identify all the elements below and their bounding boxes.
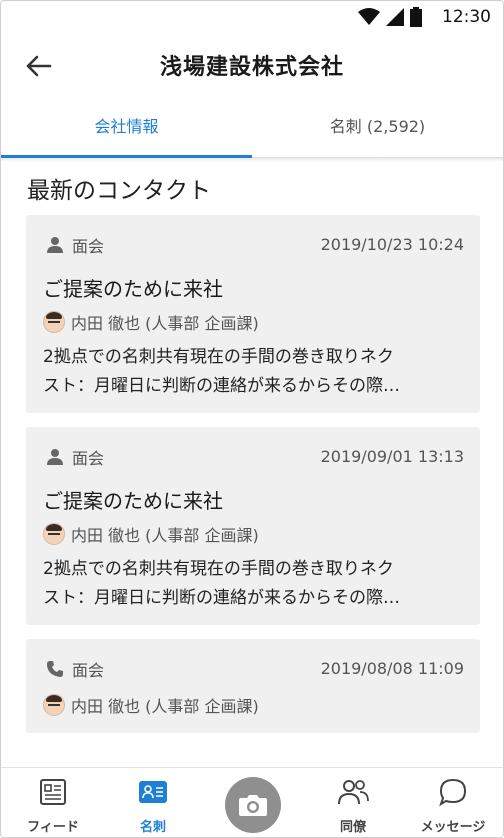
contact-person: 内田 徹也 (人事部 企画課) <box>43 693 259 717</box>
feed-icon <box>40 779 66 805</box>
app-frame: 12:30 浅場建設株式会社 会社情報 名刺 (2,592) 最新のコンタクト <box>0 0 504 838</box>
app-bar: 浅場建設株式会社 <box>1 35 503 95</box>
nav-colleagues[interactable]: 同僚 <box>318 768 388 837</box>
avatar <box>43 694 65 716</box>
contact-person-name: 内田 徹也 (人事部 企画課) <box>71 697 259 716</box>
business-card-icon <box>139 781 167 803</box>
status-time: 12:30 <box>442 7 491 27</box>
bottom-nav: フィード 名刺 同僚 メッセージ <box>1 767 503 837</box>
tab-shadow <box>1 158 503 162</box>
contact-card[interactable]: 面会 2019/08/08 11:09 内田 徹也 (人事部 企画課) <box>26 639 480 733</box>
message-icon <box>439 778 467 807</box>
signal-icon <box>386 8 404 26</box>
phone-icon <box>47 661 63 677</box>
contact-type-label: 面会 <box>72 449 105 468</box>
colleagues-icon <box>338 780 369 805</box>
contact-type: 面会 <box>46 233 104 257</box>
contact-person-name: 内田 徹也 (人事部 企画課) <box>71 314 259 333</box>
contact-type: 面会 <box>46 657 104 681</box>
nav-messages[interactable]: メッセージ <box>416 768 490 837</box>
nav-label: 名刺 <box>139 820 166 835</box>
tab-company-info[interactable]: 会社情報 <box>1 101 252 158</box>
person-icon <box>47 449 63 465</box>
section-title: 最新のコンタクト <box>27 178 211 204</box>
contact-datetime: 2019/10/23 10:24 <box>320 235 464 254</box>
contact-datetime: 2019/09/01 13:13 <box>320 447 464 466</box>
contact-person: 内田 徹也 (人事部 企画課) <box>43 522 259 546</box>
avatar <box>43 523 65 545</box>
contact-card[interactable]: 面会 2019/10/23 10:24 ご提案のために来社 内田 徹也 (人事部… <box>26 215 480 413</box>
snippet-line: 2拠点での名刺共有現在の手間の巻き取りネク <box>43 347 394 367</box>
nav-business-cards[interactable]: 名刺 <box>118 768 188 837</box>
contact-snippet: 2拠点での名刺共有現在の手間の巻き取りネク スト：月曜日に判断の連絡が来るからそ… <box>43 555 463 613</box>
contact-person: 内田 徹也 (人事部 企画課) <box>43 310 259 334</box>
tab-bar: 会社情報 名刺 (2,592) <box>1 101 503 158</box>
tab-label: 会社情報 <box>94 117 159 136</box>
nav-label: メッセージ <box>420 820 486 835</box>
avatar <box>43 311 65 333</box>
snippet-line: スト：月曜日に判断の連絡が来るからその際… <box>43 376 400 396</box>
person-icon <box>47 237 63 253</box>
nav-feed[interactable]: フィード <box>18 768 88 837</box>
camera-button[interactable] <box>225 777 281 833</box>
status-bar: 12:30 <box>1 1 503 35</box>
contact-datetime: 2019/08/08 11:09 <box>320 659 464 678</box>
nav-label: 同僚 <box>339 820 366 835</box>
tab-label: 名刺 (2,592) <box>329 117 426 136</box>
wifi-icon <box>358 8 380 25</box>
status-icons: 12:30 <box>358 7 491 27</box>
contact-snippet: 2拠点での名刺共有現在の手間の巻き取りネク スト：月曜日に判断の連絡が来るからそ… <box>43 343 463 401</box>
contact-card[interactable]: 面会 2019/09/01 13:13 ご提案のために来社 内田 徹也 (人事部… <box>26 427 480 625</box>
contact-title: ご提案のために来社 <box>43 277 223 301</box>
contact-type-label: 面会 <box>72 661 105 680</box>
contact-type-label: 面会 <box>72 237 105 256</box>
contact-title: ご提案のために来社 <box>43 489 223 513</box>
page-title: 浅場建設株式会社 <box>159 55 344 80</box>
snippet-line: 2拠点での名刺共有現在の手間の巻き取りネク <box>43 559 394 579</box>
tab-business-cards[interactable]: 名刺 (2,592) <box>252 101 503 157</box>
nav-label: フィード <box>27 820 79 835</box>
battery-icon <box>410 7 422 27</box>
contact-person-name: 内田 徹也 (人事部 企画課) <box>71 526 259 545</box>
snippet-line: スト：月曜日に判断の連絡が来るからその際… <box>43 588 400 608</box>
contact-type: 面会 <box>46 445 104 469</box>
camera-icon <box>239 795 267 816</box>
